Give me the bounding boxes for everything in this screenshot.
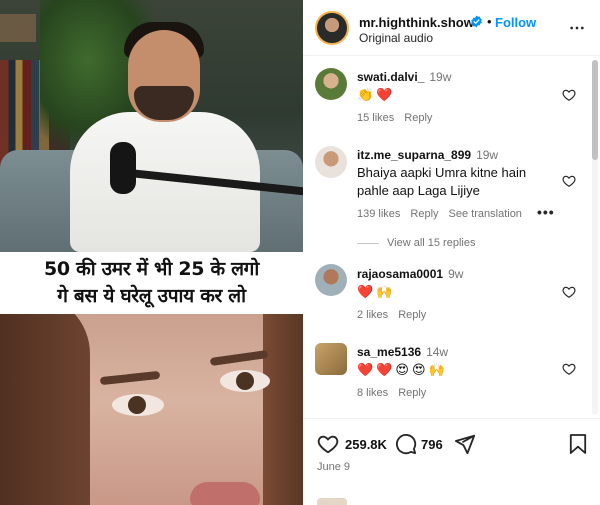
heart-emoji: ❤️ (376, 363, 393, 378)
reply-button[interactable]: Reply (404, 112, 432, 124)
comment-username[interactable]: sa_me5136 (357, 345, 421, 359)
comment-likes[interactable]: 15 likes (357, 112, 394, 124)
comments-scrollbar[interactable] (592, 60, 598, 415)
comment-more-icon[interactable]: ••• (537, 204, 555, 220)
comment-like-heart-icon[interactable] (562, 362, 576, 376)
comment-bubble-icon[interactable] (395, 433, 417, 455)
post-date: June 9 (317, 461, 351, 473)
save-bookmark-icon[interactable] (569, 433, 587, 455)
commenter-avatar[interactable] (315, 264, 347, 296)
comment-username[interactable]: itz.me_suparna_899 (357, 148, 471, 162)
scrollbar-thumb[interactable] (592, 60, 598, 160)
comment-username[interactable]: swati.dalvi_ (357, 70, 424, 84)
heart-emoji: ❤️ (357, 285, 374, 300)
video-caption-line-2: गे बस ये घरेलू उपाय कर लो (57, 285, 246, 307)
video-frame-face (0, 314, 303, 505)
heart-emoji: ❤️ (376, 88, 393, 103)
comment-text: ❤️ 🙌 (357, 283, 547, 302)
author-username[interactable]: mr.highthink.show (359, 15, 474, 30)
commenter-avatar[interactable] (315, 146, 347, 178)
commenter-avatar[interactable] (315, 343, 347, 375)
video-frame-speaker (0, 0, 303, 252)
audio-link[interactable]: Original audio (359, 31, 433, 45)
raised-hands-emoji: 🙌 (376, 285, 393, 300)
next-comment-preview (317, 498, 347, 505)
comment-time: 19w (429, 70, 452, 84)
comment-likes[interactable]: 2 likes (357, 309, 388, 321)
heart-eyes-emoji: 😍 (395, 363, 409, 378)
comment-like-heart-icon[interactable] (562, 285, 576, 299)
comment-count[interactable]: 796 (421, 437, 443, 452)
commenter-avatar[interactable] (315, 68, 347, 100)
raised-hands-emoji: 🙌 (428, 363, 445, 378)
more-options-icon[interactable] (569, 20, 585, 36)
heart-emoji: ❤️ (357, 363, 374, 378)
reel-video[interactable]: 50 की उमर में भी 25 के लगो गे बस ये घरेल… (0, 0, 303, 505)
author-avatar[interactable] (315, 11, 349, 45)
header-separator: • (487, 14, 492, 29)
comment-text: Bhaiya aapki Umra kitne hain pahle aap L… (357, 165, 527, 198)
video-caption-line-1: 50 की उमर में भी 25 के लगो (44, 258, 259, 280)
clap-emoji: 👏 (357, 88, 374, 103)
comment-time: 9w (448, 267, 464, 281)
heart-eyes-emoji: 😍 (411, 363, 426, 378)
comments-list[interactable]: swati.dalvi_ 19w 👏 ❤️ 15 likes Reply itz.me… (303, 57, 600, 418)
comment-likes[interactable]: 8 likes (357, 387, 388, 399)
see-translation-link[interactable]: See translation (449, 208, 522, 220)
view-replies-link[interactable]: View all 15 replies (357, 237, 475, 249)
reply-button[interactable]: Reply (398, 309, 426, 321)
share-paper-plane-icon[interactable] (454, 433, 476, 455)
comment-time: 19w (476, 148, 499, 162)
comment-like-heart-icon[interactable] (562, 174, 576, 188)
like-heart-icon[interactable] (317, 433, 339, 455)
like-count[interactable]: 259.8K (345, 437, 387, 452)
reply-button[interactable]: Reply (398, 387, 426, 399)
comment-likes[interactable]: 139 likes (357, 208, 400, 220)
verified-badge-icon (471, 15, 482, 28)
reply-button[interactable]: Reply (410, 208, 438, 220)
follow-button[interactable]: Follow (495, 15, 536, 30)
video-caption: 50 की उमर में भी 25 के लगो गे बस ये घरेल… (0, 252, 303, 314)
post-panel: mr.highthink.show • Follow Original audi… (303, 0, 600, 505)
post-header: mr.highthink.show • Follow Original audi… (303, 0, 600, 56)
comment-text: 👏 ❤️ (357, 86, 547, 105)
comment-text: ❤️ ❤️ 😍 😍 🙌 (357, 361, 547, 380)
comment-like-heart-icon[interactable] (562, 88, 576, 102)
comment-time: 14w (426, 345, 449, 359)
comment-username[interactable]: rajaosama0001 (357, 267, 443, 281)
